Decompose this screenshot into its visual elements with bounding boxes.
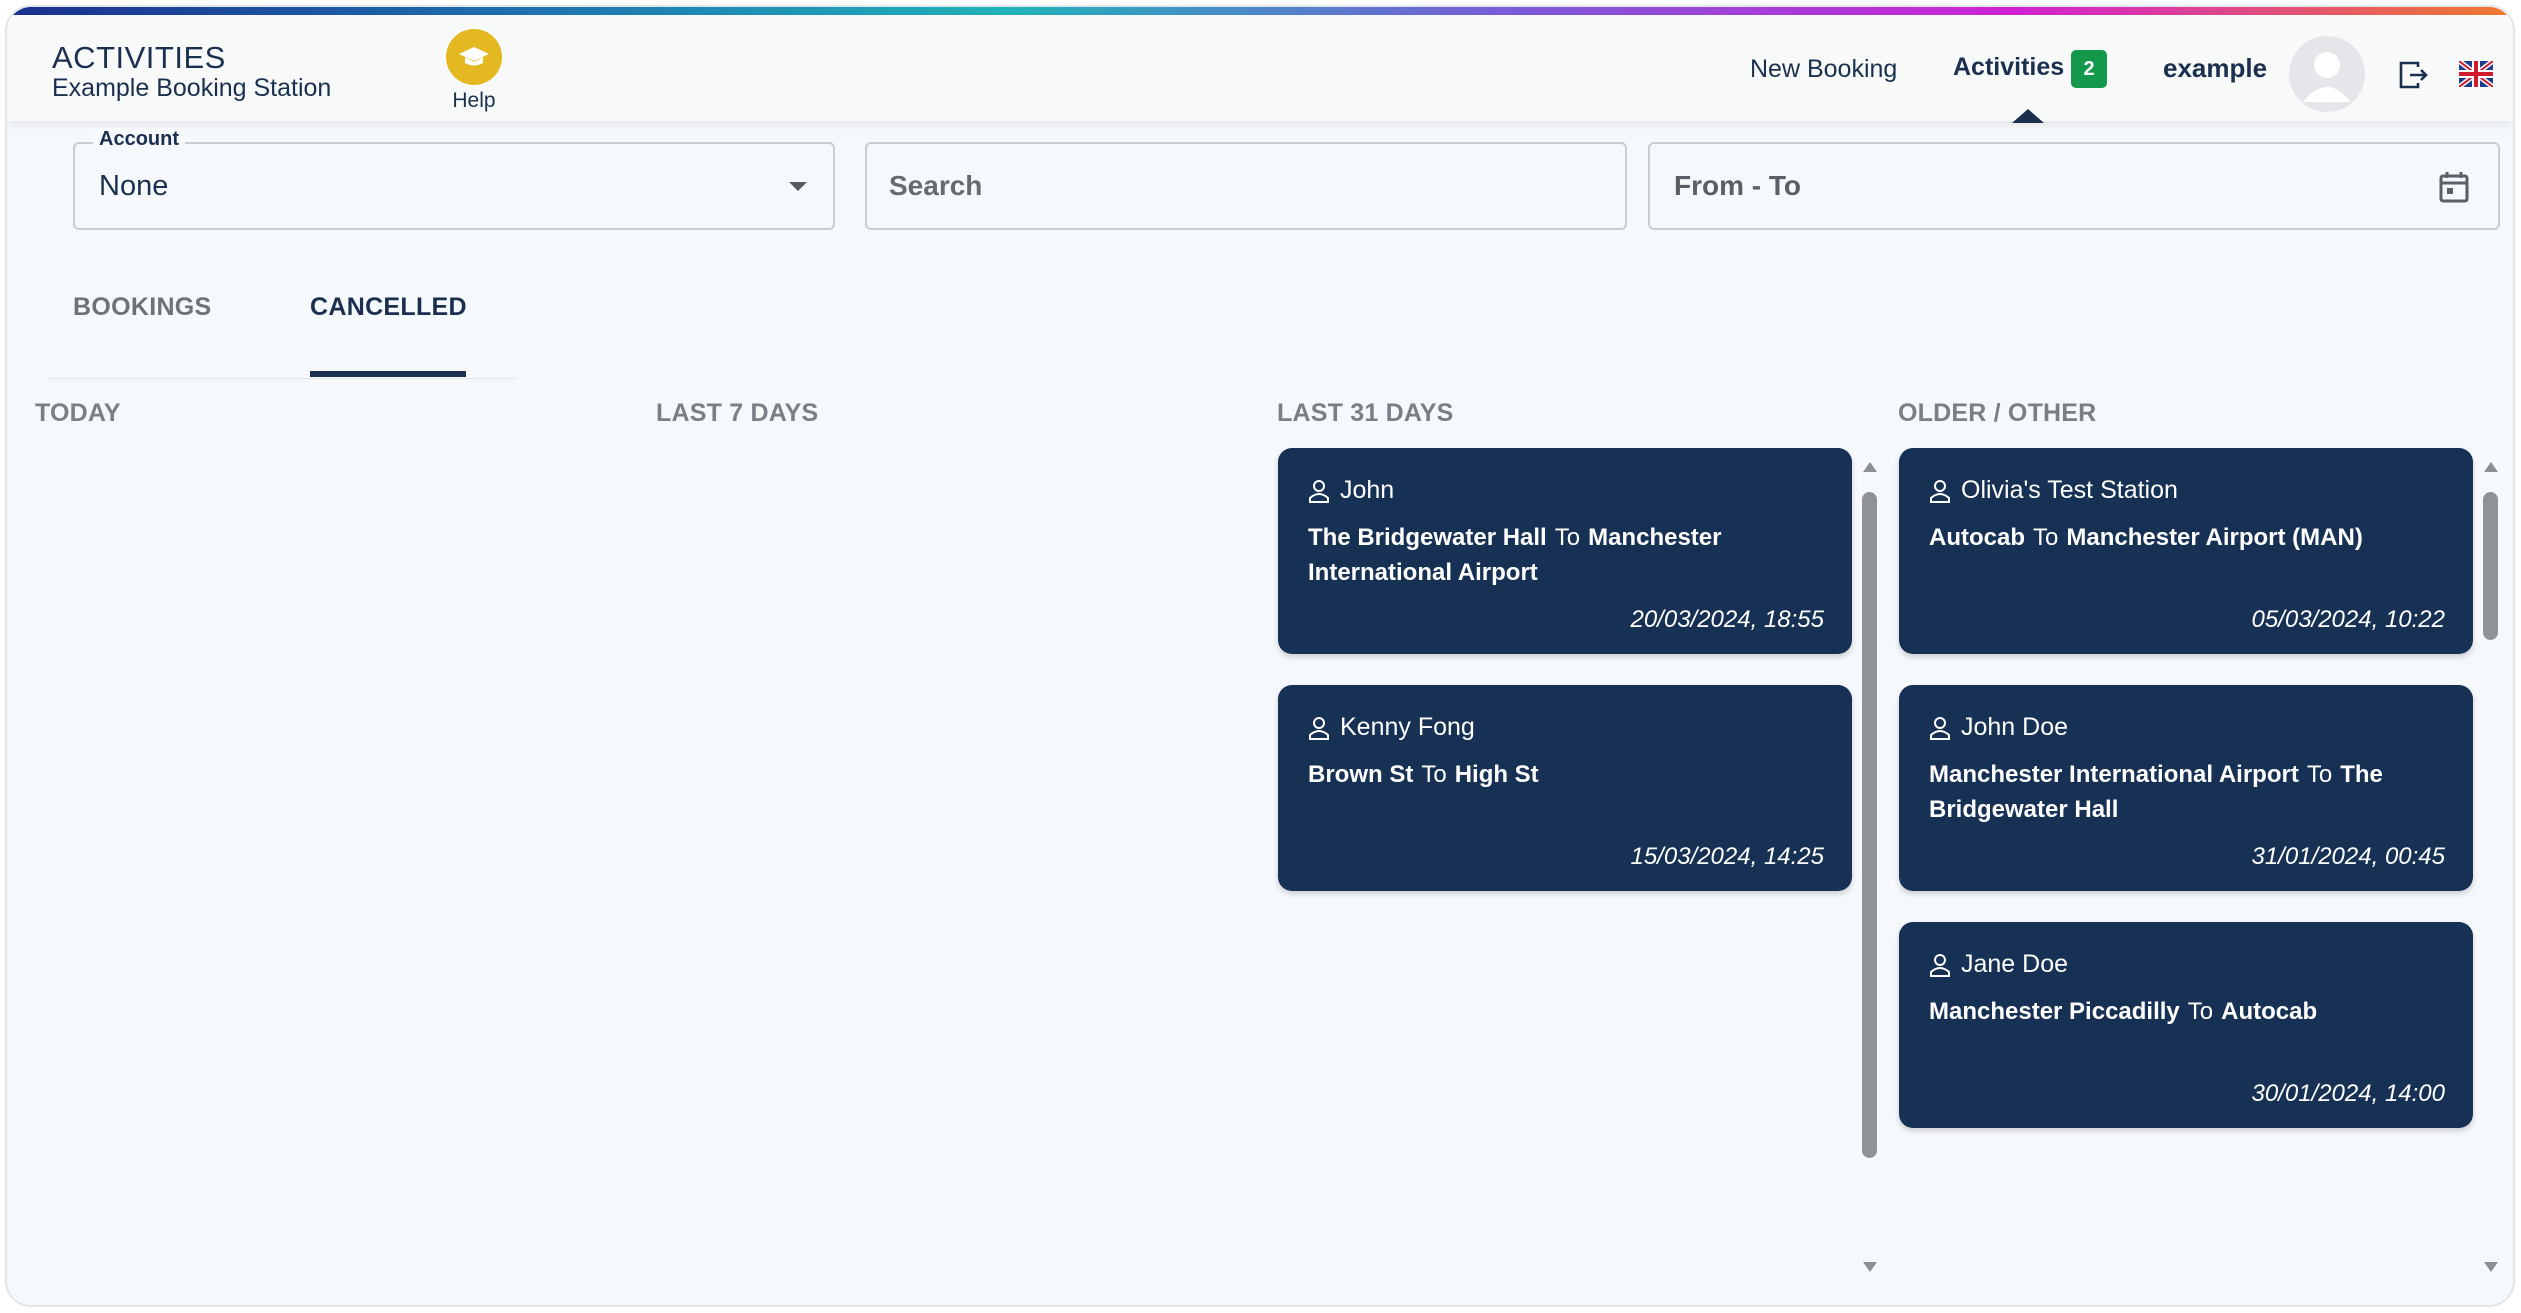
column-last7-heading: LAST 7 DAYS [656, 399, 819, 427]
date-range-field[interactable]: From - To [1648, 142, 2500, 230]
booking-time: 30/01/2024, 14:00 [2251, 1080, 2445, 1107]
help-button[interactable]: Help [443, 29, 505, 113]
route-to: Autocab [2221, 998, 2318, 1025]
app-window: ACTIVITIES Example Booking Station Help … [5, 5, 2515, 1307]
search-input[interactable] [889, 166, 1489, 206]
username[interactable]: example [2163, 53, 2267, 84]
booking-passenger: Kenny Fong [1340, 713, 1475, 741]
booking-route: Autocab To Manchester Airport (MAN) [1929, 520, 2449, 555]
person-icon [1309, 479, 1329, 503]
scrollbar-thumb[interactable] [1862, 492, 1877, 1158]
scroll-down-arrow-icon[interactable] [2484, 1262, 2498, 1272]
booking-route: Manchester Piccadilly To Autocab [1929, 994, 2449, 1029]
scrollbar-thumb[interactable] [2483, 492, 2498, 640]
page-title: ACTIVITIES [52, 40, 226, 75]
booking-card[interactable]: Olivia's Test Station Autocab To Mancheste… [1899, 448, 2473, 654]
route-to-word: To [2187, 998, 2214, 1025]
avatar-icon[interactable] [2289, 36, 2365, 112]
booking-route: The Bridgewater Hall To Manchester Interna… [1308, 520, 1828, 590]
booking-tabs: BOOKINGS CANCELLED [47, 269, 517, 379]
booking-passenger: John [1340, 476, 1395, 504]
route-from: Autocab [1929, 524, 2025, 551]
account-select[interactable]: Account None [73, 128, 835, 230]
older-scrollbar[interactable] [2481, 462, 2501, 1272]
booking-card[interactable]: John Doe Manchester International Airpor… [1899, 685, 2473, 891]
nav-new-booking[interactable]: New Booking [1750, 55, 1897, 84]
station-name: Example Booking Station [52, 74, 332, 102]
person-icon [1930, 716, 1950, 740]
tab-bookings[interactable]: BOOKINGS [73, 293, 212, 322]
scroll-up-arrow-icon[interactable] [1863, 462, 1877, 472]
route-to-word: To [2033, 524, 2059, 551]
active-tab-indicator [310, 371, 466, 377]
calendar-icon[interactable] [2438, 170, 2470, 204]
booking-time: 20/03/2024, 18:55 [1630, 606, 1824, 633]
route-from: Brown St [1308, 761, 1414, 788]
brand-gradient-bar [7, 7, 2513, 15]
booking-card[interactable]: Kenny Fong Brown St To High St 15/03/2024,… [1278, 685, 1852, 891]
scroll-down-arrow-icon[interactable] [1863, 1262, 1877, 1272]
booking-card[interactable]: John The Bridgewater Hall To Manchester In… [1278, 448, 1852, 654]
logout-icon[interactable] [2396, 58, 2430, 92]
booking-route: Brown St To High St [1308, 757, 1828, 792]
search-field[interactable] [865, 142, 1627, 230]
last31-scrollbar[interactable] [1860, 462, 1880, 1272]
column-last31-heading: LAST 31 DAYS [1277, 399, 1454, 427]
booking-route: Manchester International Airport To The Br… [1929, 757, 2449, 827]
route-to-word: To [2306, 761, 2333, 788]
tab-cancelled[interactable]: CANCELLED [310, 293, 467, 322]
column-today-heading: TODAY [35, 399, 121, 427]
chevron-down-icon [789, 182, 807, 191]
booking-time: 05/03/2024, 10:22 [2251, 606, 2445, 633]
graduation-cap-icon [446, 29, 502, 85]
person-icon [1309, 716, 1329, 740]
booking-time: 31/01/2024, 00:45 [2251, 843, 2445, 870]
uk-flag-icon[interactable] [2457, 59, 2495, 89]
nav-activities[interactable]: Activities [1953, 53, 2064, 82]
scroll-up-arrow-icon[interactable] [2484, 462, 2498, 472]
account-value: None [99, 170, 169, 202]
date-range-placeholder: From - To [1674, 170, 1802, 201]
route-to: Manchester Airport (MAN) [2066, 524, 2363, 551]
booking-passenger: Olivia's Test Station [1961, 476, 2178, 504]
person-icon [1930, 953, 1950, 977]
booking-passenger: John Doe [1961, 713, 2069, 741]
top-header: ACTIVITIES Example Booking Station Help … [7, 15, 2513, 123]
route-from: Manchester Piccadilly [1929, 998, 2180, 1025]
active-nav-indicator [2012, 109, 2044, 123]
route-to: High St [1454, 761, 1539, 788]
help-label: Help [452, 89, 496, 112]
booking-card[interactable]: Jane Doe Manchester Piccadilly To Autocab … [1899, 922, 2473, 1128]
person-icon [1930, 479, 1950, 503]
column-older-heading: OLDER / OTHER [1898, 399, 2097, 427]
booking-passenger: Jane Doe [1961, 950, 2069, 978]
route-from: The Bridgewater Hall [1308, 524, 1547, 551]
account-label: Account [93, 128, 185, 151]
route-from: Manchester International Airport [1929, 761, 2299, 788]
booking-time: 15/03/2024, 14:25 [1630, 843, 1824, 870]
route-to-word: To [1421, 761, 1447, 788]
route-to-word: To [1554, 524, 1581, 551]
activities-count-badge: 2 [2071, 50, 2107, 88]
